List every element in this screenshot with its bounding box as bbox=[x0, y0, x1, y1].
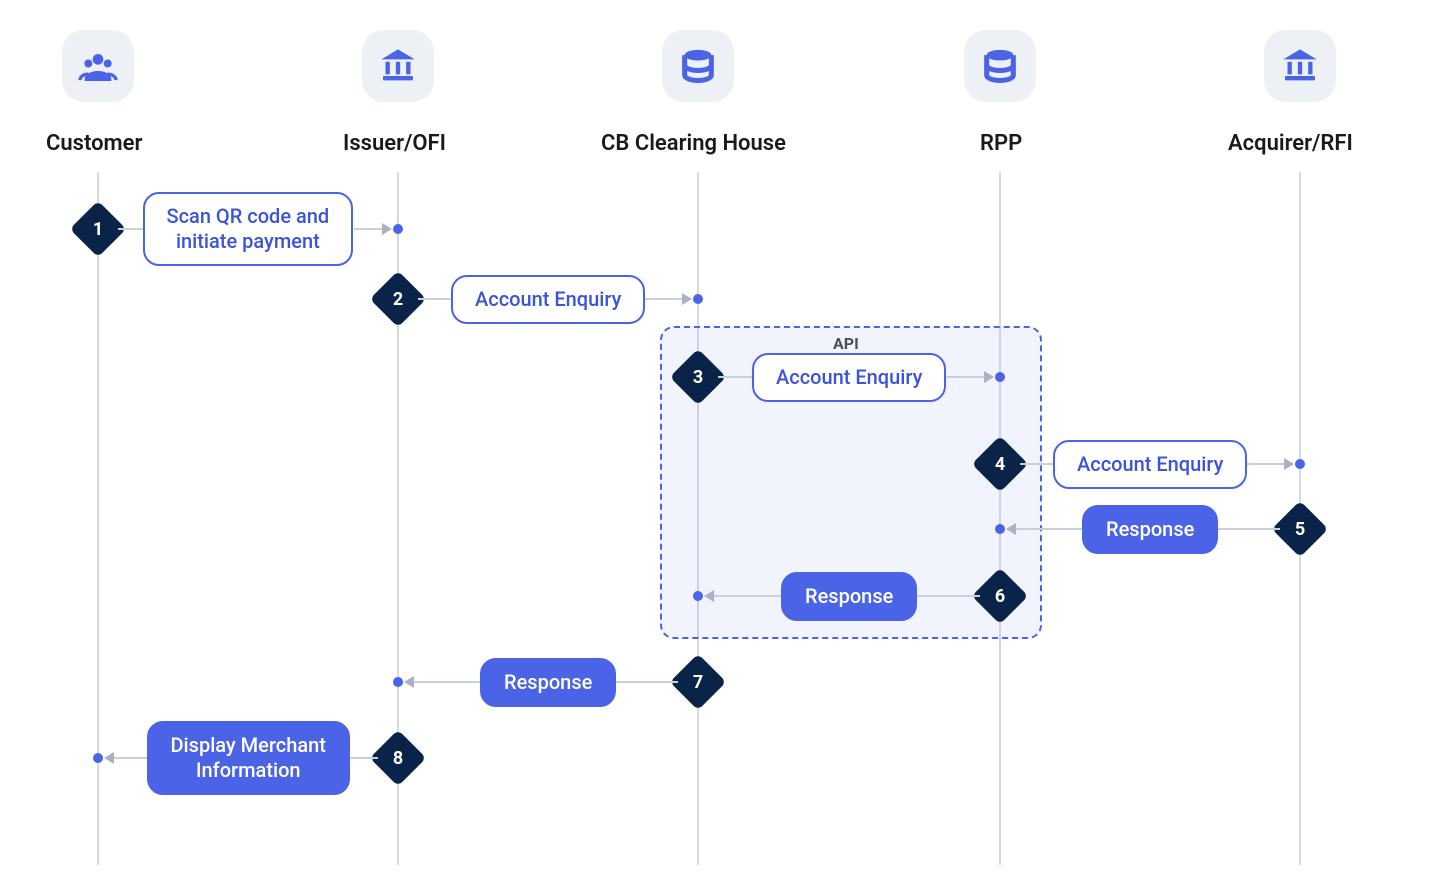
lane-icon-clearing bbox=[662, 30, 734, 102]
lane-label-customer: Customer bbox=[46, 131, 142, 156]
connector bbox=[616, 681, 678, 683]
arrow-endpoint-dot bbox=[93, 753, 103, 763]
api-group-label: API bbox=[833, 334, 859, 353]
sequence-diagram: Customer Issuer/OFI CB Clearing House RP… bbox=[0, 0, 1455, 885]
arrow-left-icon bbox=[104, 752, 114, 764]
arrow-endpoint-dot bbox=[393, 224, 403, 234]
arrow-left-icon bbox=[704, 590, 714, 602]
step-box-3: Account Enquiry bbox=[752, 353, 946, 402]
lane-label-clearing: CB Clearing House bbox=[601, 131, 786, 156]
step-number-7: 7 bbox=[678, 662, 718, 702]
connector bbox=[1247, 463, 1284, 465]
step-box-5: Response bbox=[1082, 505, 1218, 554]
lane-icon-acquirer bbox=[1264, 30, 1336, 102]
connector bbox=[350, 757, 379, 759]
arrow-endpoint-dot bbox=[995, 524, 1005, 534]
step-box-1: Scan QR code and initiate payment bbox=[143, 192, 354, 266]
step-box-4: Account Enquiry bbox=[1053, 440, 1247, 489]
connector bbox=[917, 595, 980, 597]
database-icon bbox=[678, 46, 718, 86]
step-box-8: Display Merchant Information bbox=[147, 721, 350, 795]
step-number-4: 4 bbox=[980, 444, 1020, 484]
arrow-endpoint-dot bbox=[693, 294, 703, 304]
arrow-endpoint-dot bbox=[1295, 459, 1305, 469]
connector bbox=[114, 757, 147, 759]
connector bbox=[714, 595, 781, 597]
lane-icon-customer bbox=[62, 30, 134, 102]
step-box-7: Response bbox=[480, 658, 616, 707]
lane-label-rpp: RPP bbox=[980, 131, 1022, 156]
lane-icon-rpp bbox=[964, 30, 1036, 102]
step-number-6: 6 bbox=[980, 576, 1020, 616]
arrow-left-icon bbox=[404, 676, 414, 688]
arrow-left-icon bbox=[1006, 523, 1016, 535]
users-icon bbox=[78, 46, 118, 86]
bank-icon bbox=[378, 46, 418, 86]
connector bbox=[1020, 463, 1053, 465]
bank-icon bbox=[1280, 46, 1320, 86]
step-number-3: 3 bbox=[678, 357, 718, 397]
database-icon bbox=[980, 46, 1020, 86]
connector bbox=[414, 681, 480, 683]
step-number-1: 1 bbox=[78, 209, 118, 249]
arrow-endpoint-dot bbox=[393, 677, 403, 687]
arrow-endpoint-dot bbox=[995, 372, 1005, 382]
arrow-endpoint-dot bbox=[693, 591, 703, 601]
lane-label-issuer: Issuer/OFI bbox=[343, 131, 446, 156]
step-number-2: 2 bbox=[378, 279, 418, 319]
lane-icon-issuer bbox=[362, 30, 434, 102]
connector bbox=[946, 376, 984, 378]
step-number-8: 8 bbox=[378, 738, 418, 778]
connector bbox=[718, 376, 752, 378]
arrow-right-icon bbox=[382, 223, 392, 235]
connector bbox=[118, 228, 143, 230]
lane-label-acquirer: Acquirer/RFI bbox=[1228, 131, 1353, 156]
step-box-2: Account Enquiry bbox=[451, 275, 645, 324]
step-number-5: 5 bbox=[1280, 509, 1320, 549]
connector bbox=[418, 298, 451, 300]
connector bbox=[354, 228, 383, 230]
step-box-6: Response bbox=[781, 572, 917, 621]
connector bbox=[1016, 528, 1082, 530]
arrow-right-icon bbox=[682, 293, 692, 305]
arrow-right-icon bbox=[984, 371, 994, 383]
connector bbox=[645, 298, 682, 300]
arrow-right-icon bbox=[1284, 458, 1294, 470]
connector bbox=[1218, 528, 1280, 530]
